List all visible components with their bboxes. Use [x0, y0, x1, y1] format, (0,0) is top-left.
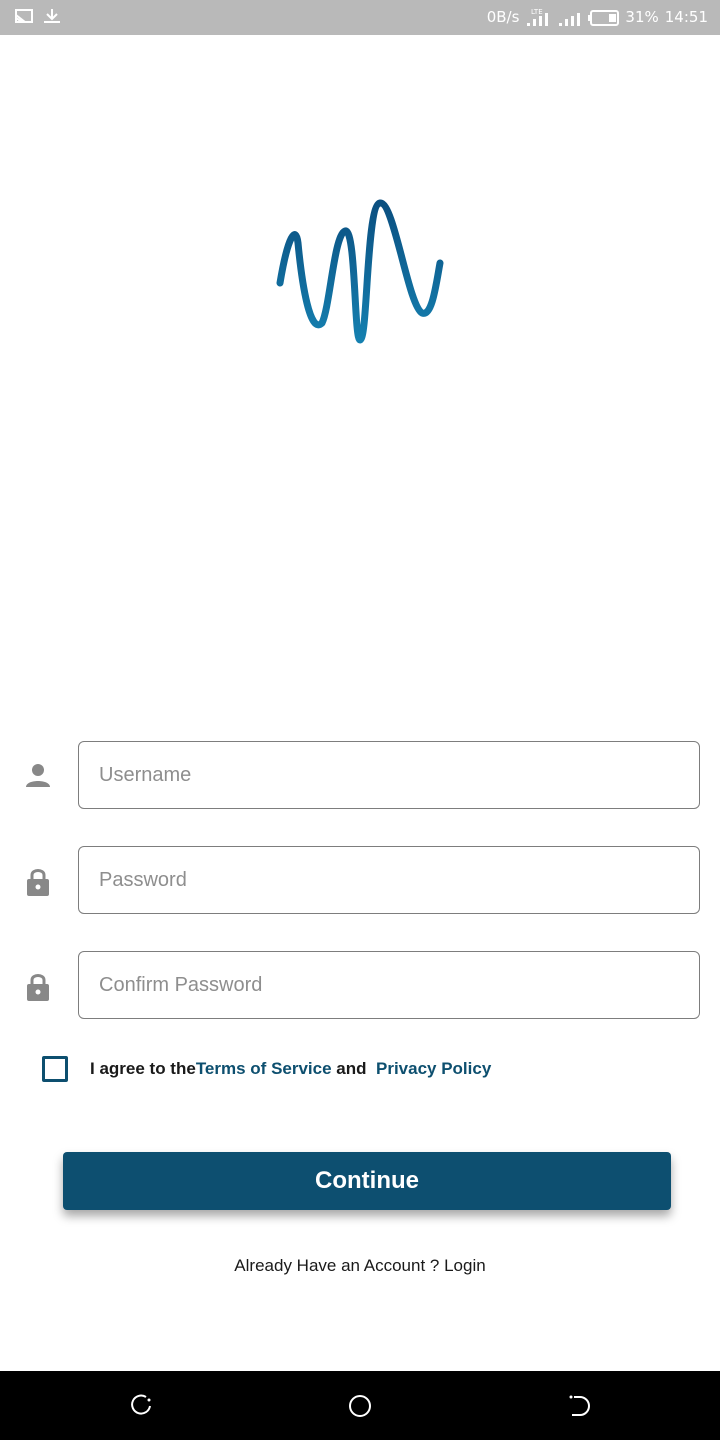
continue-button[interactable]: Continue — [63, 1152, 671, 1210]
status-left — [15, 8, 61, 24]
navigation-bar — [0, 1371, 720, 1440]
signal-lte-icon: LTE — [527, 8, 549, 26]
battery-icon — [588, 9, 620, 26]
login-link[interactable]: Already Have an Account ? Login — [0, 1256, 720, 1276]
lock-icon — [27, 869, 49, 896]
confirm-password-row — [0, 951, 720, 1021]
clock: 14:51 — [664, 8, 708, 26]
download-icon — [44, 9, 60, 23]
status-bar: 0B/s LTE 31% 14:51 — [0, 0, 720, 35]
app-logo — [276, 199, 444, 344]
home-icon[interactable] — [347, 1393, 373, 1419]
status-right: 0B/s LTE 31% 14:51 — [487, 8, 708, 27]
cast-icon — [15, 9, 33, 23]
terms-agree-row: I agree to theTerms of Service and Priva… — [0, 1054, 720, 1086]
confirm-password-input[interactable] — [78, 951, 700, 1019]
password-row — [0, 846, 720, 916]
privacy-policy-link[interactable]: Privacy Policy — [376, 1059, 491, 1078]
back-icon[interactable] — [566, 1393, 592, 1419]
agree-prefix: I agree to the — [90, 1059, 196, 1078]
password-input[interactable] — [78, 846, 700, 914]
recent-apps-icon[interactable] — [128, 1393, 154, 1419]
svg-text:LTE: LTE — [531, 8, 543, 16]
terms-of-service-link[interactable]: Terms of Service — [196, 1059, 332, 1078]
battery-percent: 31% — [625, 8, 659, 26]
net-speed: 0B/s — [486, 8, 520, 26]
username-row — [0, 741, 720, 811]
lock-icon — [27, 974, 49, 1001]
signal-icon — [559, 13, 581, 26]
signup-screen: 0B/s LTE 31% 14:51 Username I agree to t… — [0, 0, 720, 1440]
agree-checkbox[interactable] — [42, 1056, 68, 1082]
agree-and: and — [331, 1059, 376, 1078]
username-input[interactable] — [78, 741, 700, 809]
agree-text: I agree to theTerms of Service and Priva… — [90, 1059, 491, 1079]
person-icon — [26, 764, 50, 787]
